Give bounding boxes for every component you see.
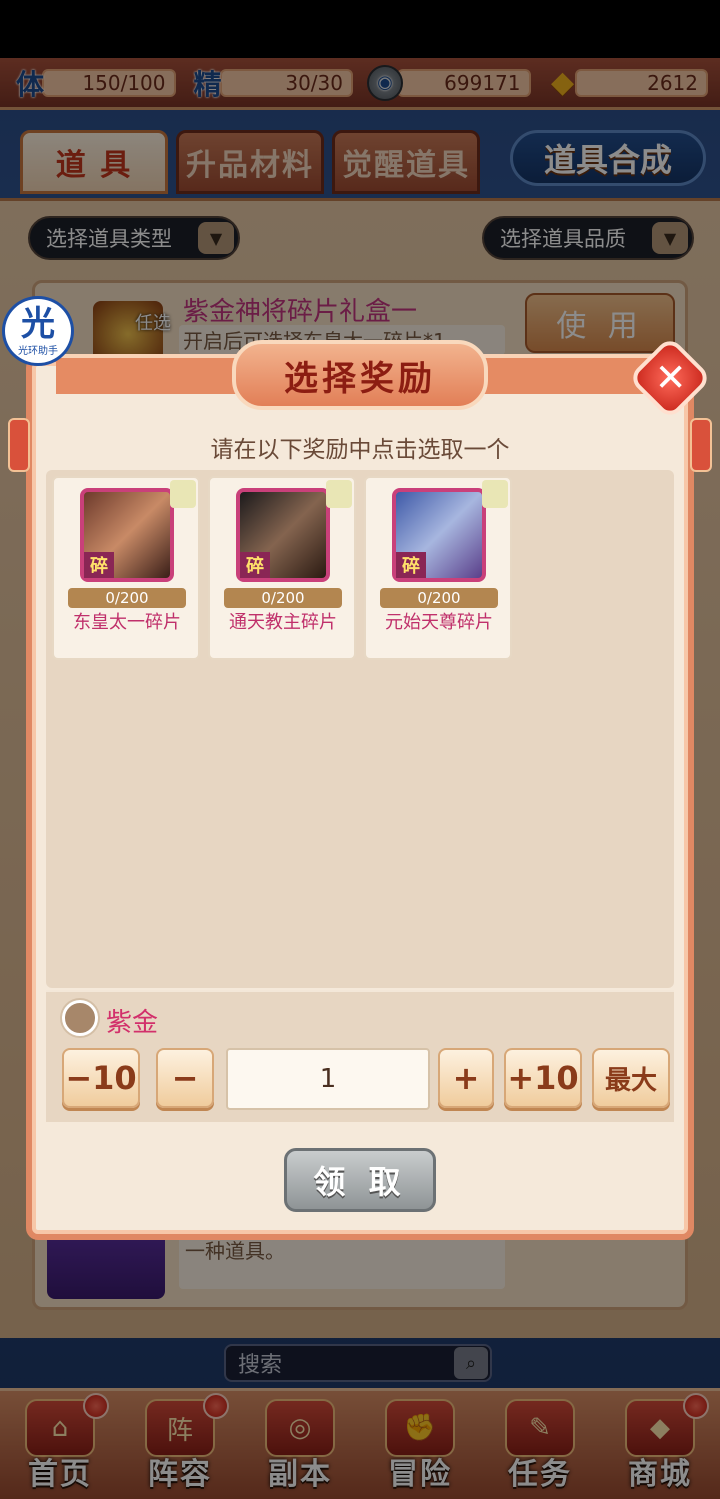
minus-button[interactable]: − — [156, 1048, 214, 1108]
assistant-badge[interactable]: 光 光环助手 — [2, 296, 74, 366]
reward-option[interactable]: 碎 0/200 元始天尊碎片 — [364, 476, 512, 660]
reward-count: 0/200 — [68, 588, 186, 608]
reward-option[interactable]: 碎 0/200 东皇太一碎片 — [52, 476, 200, 660]
reward-name: 东皇太一碎片 — [73, 612, 181, 633]
close-icon: ✕ — [654, 355, 687, 400]
reward-count: 0/200 — [224, 588, 342, 608]
modal-title: 选择奖励 — [232, 340, 488, 410]
fragment-tag: 碎 — [84, 552, 114, 578]
badge-logo-glyph: 光 — [21, 303, 55, 344]
info-icon — [170, 480, 196, 508]
title-wing-left — [56, 354, 246, 394]
reward-name: 元始天尊碎片 — [385, 612, 493, 633]
quantity-input[interactable]: 1 — [226, 1048, 430, 1110]
reward-prompt: 请在以下奖励中点击选取一个 — [210, 437, 510, 463]
info-icon — [482, 480, 508, 508]
reward-name: 通天教主碎片 — [229, 612, 337, 633]
max-button[interactable]: 最大 — [592, 1048, 670, 1108]
claim-button[interactable]: 领 取 — [284, 1148, 436, 1212]
reward-count: 0/200 — [380, 588, 498, 608]
fragment-tag: 碎 — [396, 552, 426, 578]
quality-label: 紫金 — [106, 1008, 159, 1038]
reward-option[interactable]: 碎 0/200 通天教主碎片 — [208, 476, 356, 660]
quality-radio[interactable] — [62, 1000, 98, 1036]
plus-button[interactable]: + — [438, 1048, 494, 1108]
minus-10-button[interactable]: −10 — [62, 1048, 140, 1108]
fragment-tag: 碎 — [240, 552, 270, 578]
info-icon — [326, 480, 352, 508]
badge-label: 光环助手 — [18, 345, 58, 357]
plus-10-button[interactable]: +10 — [504, 1048, 582, 1108]
